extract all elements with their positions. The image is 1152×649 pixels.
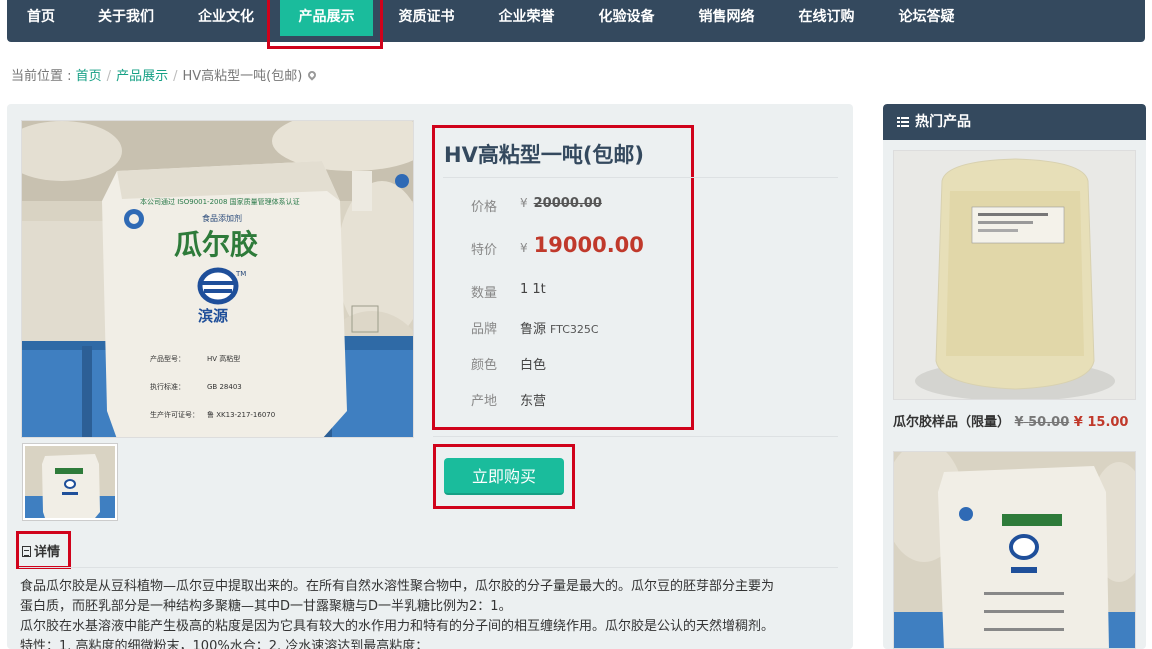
origin-value: 东营	[520, 394, 547, 409]
bag-spec-model: HV 高粘型	[207, 354, 240, 363]
description-line: 食品瓜尔胶是从豆科植物—瓜尔豆中提取出来的。在所有自然水溶性聚合物中，瓜尔胶的分…	[20, 579, 775, 594]
detail-divider	[19, 567, 838, 568]
color-value: 白色	[520, 358, 547, 373]
nav-item-forum[interactable]: 论坛答疑	[880, 0, 973, 36]
nav-item-home[interactable]: 首页	[7, 0, 75, 36]
price-currency: ¥	[520, 196, 528, 210]
buy-now-button[interactable]: 立即购买	[444, 458, 564, 495]
hot-product-name: 瓜尔胶样品（限量）	[893, 415, 1011, 430]
nav-item-lab-equipment[interactable]: 化验设备	[580, 0, 673, 36]
bag-spec-standard: GB 28403	[207, 383, 242, 391]
map-marker-icon	[306, 69, 318, 81]
breadcrumb-prefix: 当前位置 :	[11, 69, 72, 84]
price-label: 价格	[471, 200, 498, 215]
breadcrumb: 当前位置 : 首页 / 产品展示 / HV高粘型一吨(包邮)	[11, 65, 318, 84]
original-price: 20000.00	[533, 196, 602, 211]
special-price: 19000.00	[533, 233, 644, 257]
bag-spec-standard-label: 执行标准：	[150, 382, 185, 391]
brand-label: 品牌	[471, 322, 498, 337]
bag-spec-model-label: 产品型号：	[150, 354, 185, 363]
nav-item-sales-network[interactable]: 销售网络	[680, 0, 773, 36]
document-icon	[22, 546, 31, 557]
hot-product-new-price: 15.00	[1087, 415, 1129, 430]
hot-product-old-currency: ¥	[1014, 415, 1024, 430]
sidebar-title: 热门产品	[915, 114, 971, 130]
quantity-value: 1 1t	[520, 282, 546, 297]
breadcrumb-current: HV高粘型一吨(包邮)	[182, 69, 303, 84]
sidebar-header: 热门产品	[883, 104, 1146, 140]
list-icon	[897, 117, 909, 127]
description-line: 特性：1. 高粘度的细微粉末，100%水合；2. 冷水速溶达到最高粘度；	[20, 639, 429, 649]
special-price-label: 特价	[471, 243, 498, 258]
nav-item-culture[interactable]: 企业文化	[180, 0, 272, 36]
color-label: 颜色	[471, 358, 498, 373]
top-navbar: 首页 关于我们 企业文化 产品展示 资质证书 企业荣誉 化验设备 销售网络 在线…	[7, 0, 1145, 42]
origin-label: 产地	[471, 394, 498, 409]
detail-tab[interactable]: 详情	[22, 541, 60, 560]
nav-item-online-order[interactable]: 在线订购	[780, 0, 873, 36]
description-line: 蛋白质，而胚乳部分是一种结构多聚糖—其中D一甘露聚糖与D一半乳糖比例为2：1。	[20, 599, 512, 614]
breadcrumb-category-link[interactable]: 产品展示	[116, 69, 168, 84]
bag-category-text: 食品添加剂	[202, 213, 242, 223]
hot-product-old-price: 50.00	[1028, 415, 1070, 430]
brand-value: 鲁源 FTC325C	[520, 318, 599, 337]
hot-product-image[interactable]	[893, 150, 1136, 400]
bag-spec-license: 鲁 XK13-217-16070	[207, 410, 275, 419]
product-title: HV高粘型一吨(包邮)	[444, 143, 645, 167]
nav-item-about[interactable]: 关于我们	[80, 0, 172, 36]
detail-tab-label: 详情	[34, 545, 61, 560]
product-detail-panel: 本公司通过 ISO9001-2008 国家质量管理体系认证 食品添加剂 瓜尔胶 …	[7, 104, 853, 649]
nav-item-products[interactable]: 产品展示	[280, 0, 373, 36]
brand-model: FTC325C	[550, 323, 599, 336]
brand-name: 鲁源	[520, 322, 547, 337]
quantity-label: 数量	[471, 286, 498, 301]
hot-product-new-currency: ¥	[1073, 415, 1083, 430]
product-info-highlight-box	[432, 125, 694, 430]
product-main-image[interactable]: 本公司通过 ISO9001-2008 国家质量管理体系认证 食品添加剂 瓜尔胶 …	[21, 120, 414, 438]
svg-text:本公司通过 ISO9001-2008 国家质量管理体系认证: 本公司通过 ISO9001-2008 国家质量管理体系认证	[140, 197, 300, 206]
nav-item-honors[interactable]: 企业荣誉	[480, 0, 573, 36]
bag-product-name: 瓜尔胶	[174, 228, 258, 261]
description-line: 瓜尔胶在水基溶液中能产生极高的粘度是因为它具有较大的水作用力和特有的分子间的相互…	[20, 619, 775, 634]
bag-logo-text: 滨源	[198, 307, 228, 325]
special-price-value: ¥19000.00	[520, 233, 644, 257]
nav-item-certificates[interactable]: 资质证书	[380, 0, 473, 36]
hot-products-sidebar: 热门产品 瓜尔胶样品（限量） ¥ 50.00 ¥ 15.00	[883, 104, 1146, 649]
hot-product-image[interactable]	[893, 451, 1136, 649]
bag-spec-license-label: 生产许可证号：	[150, 410, 199, 419]
price-value: ¥20000.00	[520, 196, 602, 211]
section-divider	[433, 436, 838, 437]
title-divider	[443, 177, 838, 178]
special-price-currency: ¥	[520, 241, 528, 255]
hot-product-info[interactable]: 瓜尔胶样品（限量） ¥ 50.00 ¥ 15.00	[893, 411, 1128, 430]
breadcrumb-home-link[interactable]: 首页	[76, 69, 102, 84]
bag-tm-mark: TM	[235, 270, 246, 278]
product-thumbnail[interactable]	[23, 444, 117, 520]
